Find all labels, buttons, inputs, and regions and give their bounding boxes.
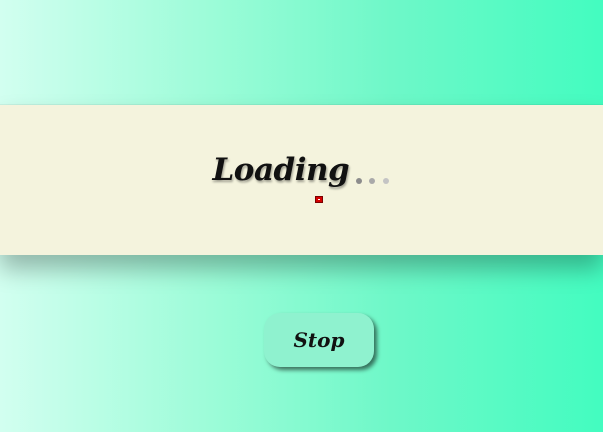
loading-title: Loading bbox=[212, 152, 350, 188]
loading-dot-3 bbox=[382, 177, 389, 184]
loading-dots bbox=[356, 169, 390, 188]
stop-square-icon bbox=[315, 196, 323, 203]
stop-button[interactable]: Stop bbox=[264, 313, 374, 367]
loading-banner: Loading bbox=[0, 105, 603, 255]
loading-dot-2 bbox=[369, 177, 376, 184]
page-background: { "loader": { "title": "Loading", "dots"… bbox=[0, 0, 603, 432]
loading-dot-1 bbox=[356, 177, 363, 184]
loading-row: Loading bbox=[0, 152, 603, 192]
